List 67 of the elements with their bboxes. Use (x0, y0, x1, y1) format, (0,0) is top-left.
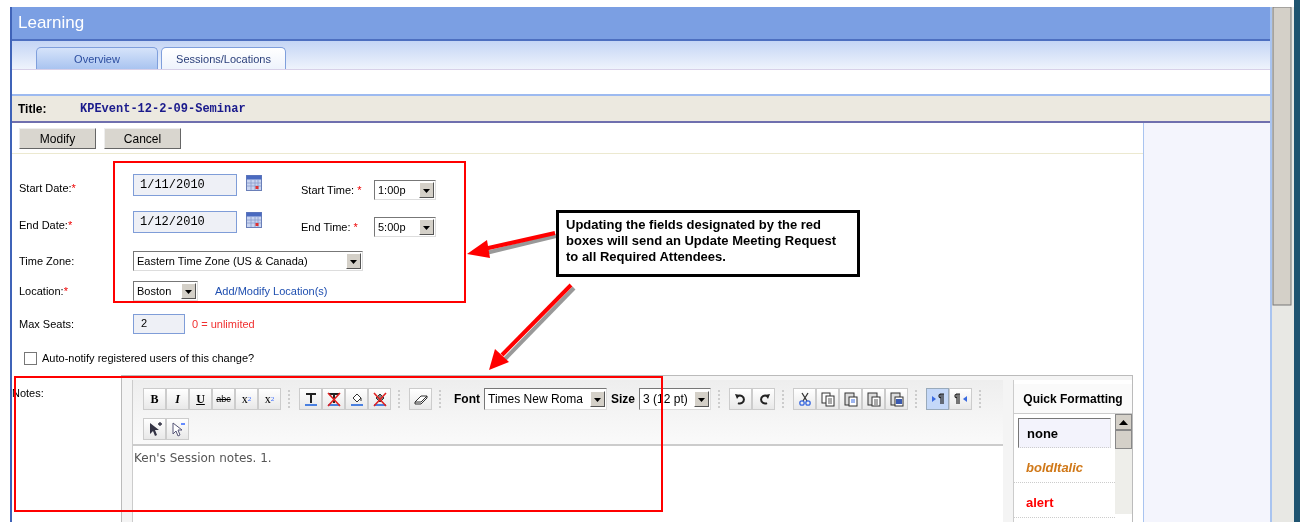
clipboard-button[interactable] (885, 388, 908, 410)
copy-button[interactable] (816, 388, 839, 410)
clipboard-icon (842, 391, 859, 407)
window-title: Learning (18, 13, 85, 33)
undo-button[interactable] (729, 388, 752, 410)
checkbox[interactable] (24, 351, 37, 365)
format-button[interactable]: B (143, 388, 166, 410)
font-color-icon (302, 391, 319, 407)
clipboard-button[interactable] (862, 388, 885, 410)
paragraph-right-icon (929, 391, 946, 407)
redo-button[interactable] (752, 388, 775, 410)
field-label: End Time: * (301, 221, 359, 233)
format-button[interactable]: U (189, 388, 212, 410)
paragraph-left-button[interactable] (949, 388, 972, 410)
scissors-button[interactable] (793, 388, 816, 410)
clipboard-icon (888, 391, 905, 407)
clear-font-color-button[interactable] (322, 388, 345, 410)
cursor-minus-button[interactable] (166, 418, 189, 440)
number-field[interactable]: 2 (133, 314, 185, 334)
clear-font-color-icon (325, 391, 342, 407)
field-label: Max Seats: (19, 318, 76, 330)
calendar-icon[interactable] (246, 212, 262, 228)
notes-text[interactable]: Ken's Session notes. 1. (133, 446, 1003, 522)
format-button[interactable]: I (166, 388, 189, 410)
dropdown[interactable]: Boston (133, 281, 198, 301)
dropdown[interactable]: Times New Roma (484, 388, 607, 410)
cursor-plus-button[interactable] (143, 418, 166, 440)
field-label: End Date:* (19, 219, 74, 231)
clipboard-icon (865, 391, 882, 407)
panel-title: Quick Formatting (1014, 384, 1132, 414)
field-label: Time Zone: (19, 255, 76, 267)
calendar-icon[interactable] (246, 175, 262, 191)
field-label: Location:* (19, 285, 69, 297)
format-button[interactable]: abc (212, 388, 235, 410)
paint-bucket-button[interactable] (345, 388, 368, 410)
title-label: Title: (18, 101, 48, 116)
copy-icon (819, 391, 836, 407)
dropdown[interactable]: Eastern Time Zone (US & Canada) (133, 251, 363, 271)
date-field[interactable]: 1/12/2010 (133, 211, 237, 233)
callout-box: Updating the fields designated by the red boxes will send an Update Meeting Request to all Required Attendees. (556, 210, 860, 277)
link[interactable]: Add/Modify Location(s) (215, 285, 328, 297)
paragraph-right-button[interactable] (926, 388, 949, 410)
format-button[interactable]: x$^{2}$ (258, 388, 281, 410)
field-label: Start Time: * (301, 184, 363, 196)
toolbar-label: Font (454, 392, 480, 406)
checkbox-label: Auto-notify registered users of this change? (42, 352, 255, 364)
paint-bucket-icon (348, 391, 365, 407)
hint-text: 0 = unlimited (192, 318, 255, 330)
field-label: Start Date:* (19, 182, 77, 194)
clear-paint-bucket-button[interactable] (368, 388, 391, 410)
tab[interactable]: Sessions/Locations (161, 47, 286, 69)
toolbar-label: Size (611, 392, 635, 406)
time-select[interactable]: 1:00p (374, 180, 436, 200)
clipboard-button[interactable] (839, 388, 862, 410)
date-field[interactable]: 1/11/2010 (133, 174, 237, 196)
cursor-minus-icon (169, 421, 186, 437)
scissors-icon (796, 391, 813, 407)
paragraph-left-icon (952, 391, 969, 407)
font-color-button[interactable] (299, 388, 322, 410)
eraser-button[interactable] (409, 388, 432, 410)
form-button[interactable]: Modify (19, 128, 96, 149)
form-button[interactable]: Cancel (104, 128, 181, 149)
tab[interactable]: Overview (36, 47, 158, 69)
time-select[interactable]: 5:00p (374, 217, 436, 237)
title-value: KPEvent-12-2-09-Seminar (80, 101, 246, 116)
clear-paint-bucket-icon (371, 391, 388, 407)
format-item[interactable]: none (1018, 418, 1111, 448)
